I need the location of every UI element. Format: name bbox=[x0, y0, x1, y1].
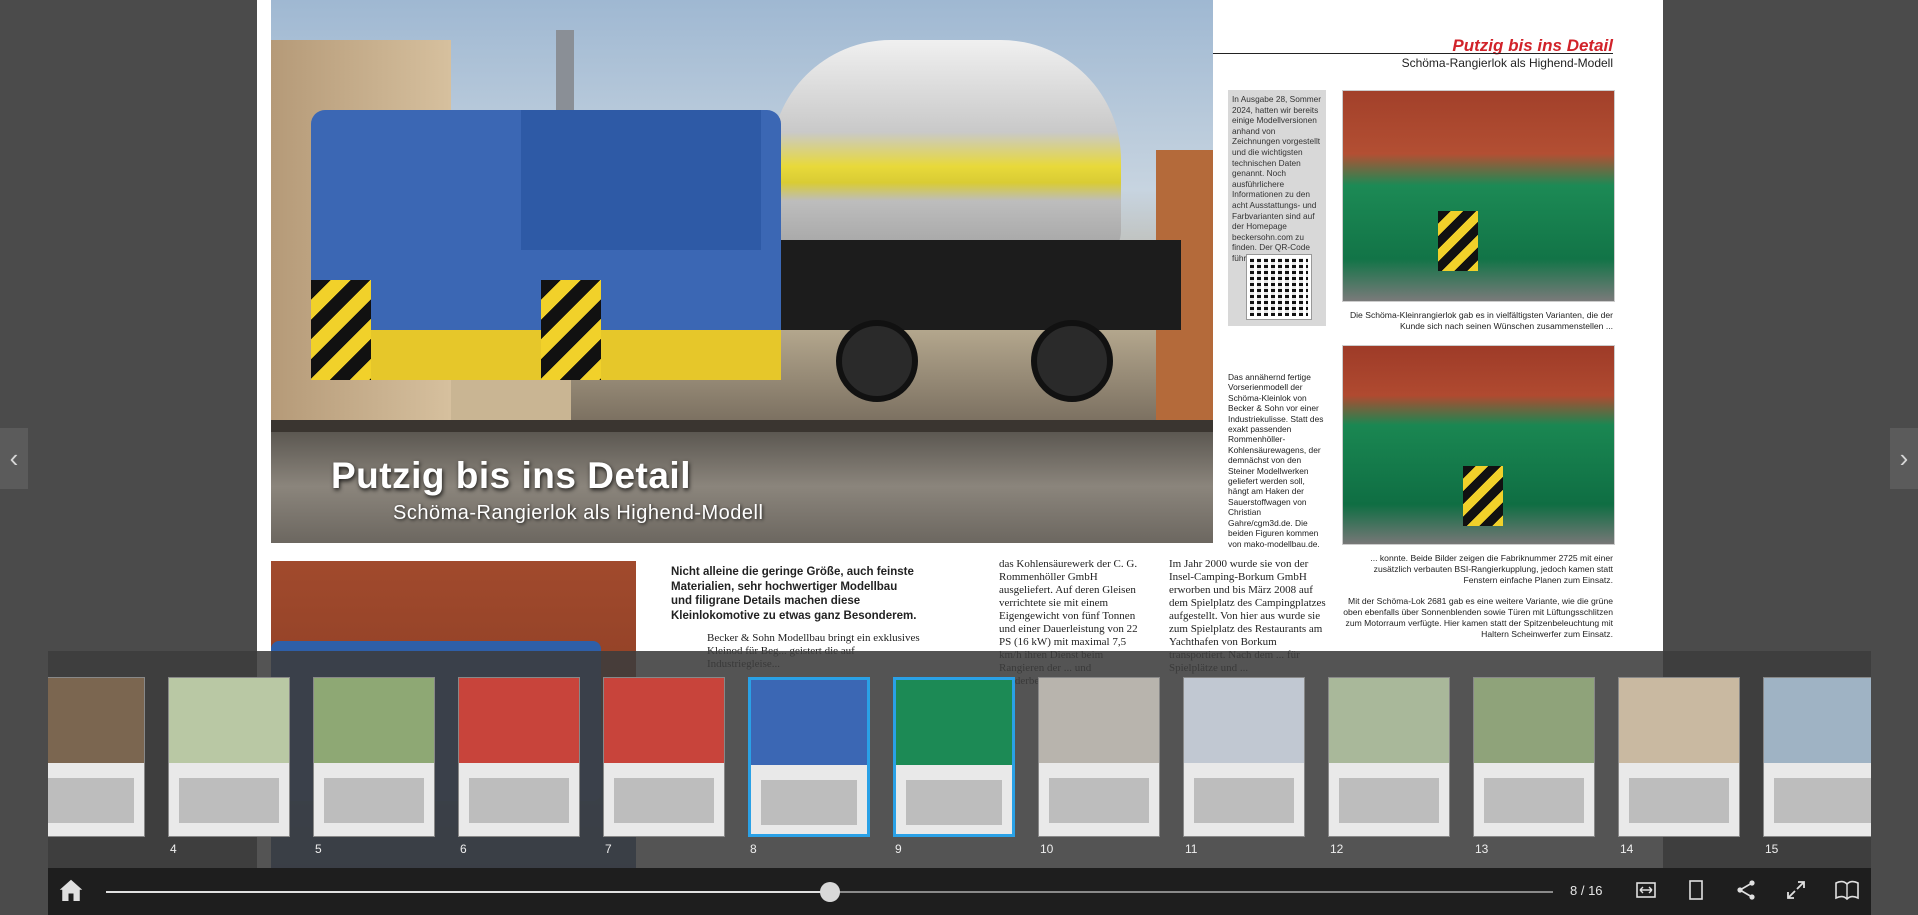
title-rule bbox=[1213, 53, 1613, 54]
caption-left: Das annähernd fertige Vorserienmodell de… bbox=[1228, 372, 1324, 549]
thumbnail-page-5[interactable] bbox=[313, 677, 435, 837]
single-page-icon[interactable] bbox=[1684, 878, 1710, 904]
thumbnail-page-12[interactable] bbox=[1328, 677, 1450, 837]
page-slider-fill bbox=[106, 891, 830, 893]
thumbnail-page-7[interactable] bbox=[603, 677, 725, 837]
page-counter: 8 / 16 bbox=[1570, 883, 1603, 898]
thumbnail-label: 12 bbox=[1330, 842, 1344, 856]
thumbnail-label: 11 bbox=[1185, 842, 1198, 856]
thumbnail-label: 15 bbox=[1765, 842, 1779, 856]
caption-green-1: Die Schöma-Kleinrangierlok gab es in vie… bbox=[1349, 310, 1613, 331]
thumbnail-page-8[interactable] bbox=[748, 677, 870, 837]
thumbnail-page-prev[interactable] bbox=[48, 677, 145, 837]
thumbnail-label: 14 bbox=[1620, 842, 1634, 856]
thumbnail-page-10[interactable] bbox=[1038, 677, 1160, 837]
hero-photo: Putzig bis ins Detail Schöma-Rangierlok … bbox=[271, 0, 1213, 543]
chevron-left-icon: ‹ bbox=[9, 443, 19, 473]
next-page-button[interactable]: › bbox=[1890, 428, 1918, 489]
thumbnail-label: 5 bbox=[315, 842, 322, 856]
thumbnail-label: 8 bbox=[750, 842, 757, 856]
share-icon[interactable] bbox=[1734, 878, 1760, 904]
thumbnail-page-14[interactable] bbox=[1618, 677, 1740, 837]
thumbnail-label: 4 bbox=[170, 842, 177, 856]
article-intro: Nicht alleine die geringe Größe, auch fe… bbox=[671, 566, 917, 622]
home-icon[interactable] bbox=[56, 876, 88, 906]
thumbnail-label: 9 bbox=[895, 842, 902, 856]
thumbnail-page-15[interactable] bbox=[1763, 677, 1871, 837]
green-loco-photo-1 bbox=[1342, 90, 1615, 302]
caption-blue: Mit der Schöma-Lok 2681 gab es eine weit… bbox=[1343, 596, 1613, 639]
thumbnail-label: 7 bbox=[605, 842, 612, 856]
bottom-toolbar: 8 / 16 bbox=[48, 868, 1871, 915]
chevron-right-icon: › bbox=[1899, 443, 1909, 473]
thumbnail-label: 13 bbox=[1475, 842, 1489, 856]
hero-title: Putzig bis ins Detail bbox=[331, 455, 691, 496]
fullscreen-icon[interactable] bbox=[1784, 878, 1810, 904]
fit-width-icon[interactable] bbox=[1634, 878, 1660, 904]
thumbnail-label: 10 bbox=[1040, 842, 1054, 856]
hero-subtitle: Schöma-Rangierlok als Highend-Modell bbox=[393, 502, 764, 524]
info-box-text: In Ausgabe 28, Sommer 2024, hatten wir b… bbox=[1232, 94, 1322, 263]
thumbnail-label: 6 bbox=[460, 842, 467, 856]
thumbnail-page-11[interactable] bbox=[1183, 677, 1305, 837]
qr-code bbox=[1246, 254, 1312, 320]
right-page-subtitle: Schöma-Rangierlok als Highend-Modell bbox=[1401, 56, 1613, 70]
page-slider-knob[interactable] bbox=[819, 882, 840, 902]
thumbnail-strip: 4 5 6 7 8 9 10 11 12 13 14 15 bbox=[48, 651, 1871, 868]
book-view-icon[interactable] bbox=[1834, 878, 1860, 904]
prev-page-button[interactable]: ‹ bbox=[0, 428, 28, 489]
thumbnail-page-9[interactable] bbox=[893, 677, 1015, 837]
thumbnail-page-4[interactable] bbox=[168, 677, 290, 837]
green-loco-photo-2 bbox=[1342, 345, 1615, 545]
thumbnail-page-6[interactable] bbox=[458, 677, 580, 837]
thumbnail-page-13[interactable] bbox=[1473, 677, 1595, 837]
caption-green-2: ... konnte. Beide Bilder zeigen die Fabr… bbox=[1370, 553, 1613, 585]
